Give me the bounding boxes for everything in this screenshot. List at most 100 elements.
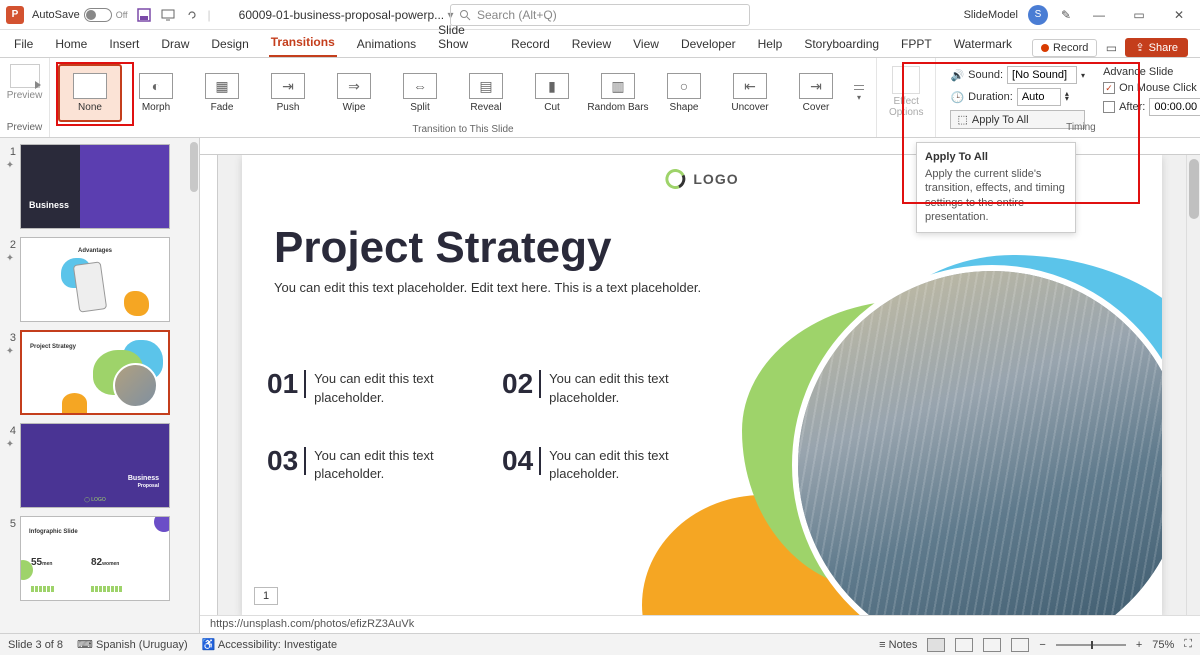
logo-mark-icon (663, 167, 689, 193)
tab-help[interactable]: Help (756, 33, 785, 57)
preview-icon (10, 64, 40, 88)
tab-review[interactable]: Review (570, 33, 613, 57)
tab-view[interactable]: View (631, 33, 661, 57)
sound-control[interactable]: 🔊 Sound: ▾ (950, 66, 1085, 84)
slide-heading[interactable]: Project Strategy (274, 223, 611, 273)
slide-thumbnail-3[interactable]: Project Strategy (20, 330, 170, 415)
search-input[interactable]: Search (Alt+Q) (450, 4, 750, 26)
after-time-input[interactable] (1149, 98, 1200, 116)
tab-watermark[interactable]: Watermark (952, 33, 1014, 57)
tab-home[interactable]: Home (53, 33, 89, 57)
slide-thumbnail-4[interactable]: BusinessProposal ◯ LOGO (20, 423, 170, 508)
user-avatar[interactable]: S (1028, 5, 1048, 25)
autosave-toggle[interactable]: AutoSave Off (32, 8, 128, 22)
thumbnail-scrollbar[interactable] (187, 138, 199, 633)
minimize-button[interactable]: — (1084, 5, 1114, 25)
transition-group-label: Transition to This Slide (412, 124, 513, 137)
transition-morph[interactable]: ◐Morph (124, 64, 188, 122)
checkbox-unchecked-icon (1103, 101, 1115, 113)
tab-insert[interactable]: Insert (107, 33, 141, 57)
on-mouse-click-checkbox[interactable]: ✓ On Mouse Click (1103, 82, 1200, 94)
tab-developer[interactable]: Developer (679, 33, 738, 57)
tab-storyboarding[interactable]: Storyboarding (802, 33, 881, 57)
animation-star-icon: ✦ (6, 439, 14, 450)
transition-none[interactable]: None (58, 64, 122, 122)
tab-transitions[interactable]: Transitions (269, 31, 337, 57)
slide-logo[interactable]: LOGO (665, 169, 738, 189)
tab-draw[interactable]: Draw (159, 33, 191, 57)
transition-split[interactable]: ⇔Split (388, 64, 452, 122)
transition-push[interactable]: ⇥Push (256, 64, 320, 122)
effect-options-button[interactable]: Effect Options (883, 62, 929, 122)
transition-shape[interactable]: ○Shape (652, 64, 716, 122)
item-02[interactable]: 02You can edit this text placeholder. (502, 370, 727, 406)
apply-to-all-button[interactable]: ⬚ Apply To All (950, 110, 1085, 129)
slide-thumbnail-panel: 1✦ Business 2✦ Advantages 3✦ Project Str… (0, 138, 200, 633)
title-bar: P AutoSave Off | 60009-01-business-propo… (0, 0, 1200, 30)
editor-scrollbar[interactable] (1186, 155, 1200, 615)
tab-record[interactable]: Record (509, 33, 552, 57)
close-button[interactable]: ✕ (1164, 5, 1194, 25)
document-title[interactable]: 60009-01-business-proposal-powerp... ▾ (239, 8, 454, 22)
toggle-switch[interactable] (84, 8, 112, 22)
transition-cover[interactable]: ⇥Cover (784, 64, 848, 122)
duration-input[interactable] (1017, 88, 1061, 106)
timing-group-label: Timing (1066, 122, 1096, 135)
search-placeholder: Search (Alt+Q) (477, 8, 557, 22)
item-04[interactable]: 04You can edit this text placeholder. (502, 447, 727, 483)
transition-randombars[interactable]: ▥Random Bars (586, 64, 650, 122)
record-button[interactable]: Record (1032, 39, 1097, 57)
tooltip-title: Apply To All (925, 151, 1067, 163)
transition-cut[interactable]: ▮Cut (520, 64, 584, 122)
tab-animations[interactable]: Animations (355, 33, 418, 57)
items-grid: 01You can edit this text placeholder. 02… (267, 370, 727, 483)
undo-icon[interactable] (184, 7, 200, 23)
animation-star-icon: ✦ (6, 346, 14, 357)
powerpoint-app-icon: P (6, 6, 24, 24)
slide-thumbnail-1[interactable]: Business (20, 144, 170, 229)
animation-star-icon: ✦ (6, 253, 14, 264)
sound-select[interactable] (1007, 66, 1077, 84)
tab-fppt[interactable]: FPPT (899, 33, 934, 57)
transitions-gallery: None ◐Morph ▦Fade ⇥Push ⇒Wipe ⇔Split ▤Re… (56, 62, 870, 124)
save-icon[interactable] (136, 7, 152, 23)
animation-star-icon: ✦ (6, 160, 14, 171)
autosave-state: Off (116, 10, 128, 20)
ribbon-tabs: File Home Insert Draw Design Transitions… (0, 30, 1200, 58)
transition-fade[interactable]: ▦Fade (190, 64, 254, 122)
advance-slide-label: Advance Slide (1103, 66, 1200, 78)
tab-file[interactable]: File (12, 33, 35, 57)
preview-button[interactable]: Preview (0, 62, 50, 103)
maximize-button[interactable]: ▭ (1124, 5, 1154, 25)
transitions-more[interactable]: ▾ (850, 64, 868, 122)
city-image[interactable] (792, 265, 1162, 615)
after-checkbox[interactable]: After: ▴▾ (1103, 98, 1200, 116)
slide-subheading[interactable]: You can edit this text placeholder. Edit… (274, 280, 701, 295)
autosave-label: AutoSave (32, 9, 80, 21)
preview-group-label: Preview (7, 122, 43, 135)
search-icon (459, 9, 471, 21)
sound-icon: 🔊 (950, 69, 964, 82)
checkbox-checked-icon: ✓ (1103, 82, 1115, 94)
apply-all-icon: ⬚ (957, 113, 967, 126)
slide-page-number[interactable]: 1 (254, 587, 278, 605)
mic-icon[interactable]: ✎ (1058, 7, 1074, 23)
effect-options-icon (892, 66, 920, 94)
slide-thumbnail-5[interactable]: Infographic Slide 55men 82women (20, 516, 170, 601)
ribbon: Preview Preview None ◐Morph ▦Fade ⇥Push … (0, 58, 1200, 138)
transition-uncover[interactable]: ⇤Uncover (718, 64, 782, 122)
transition-reveal[interactable]: ▤Reveal (454, 64, 518, 122)
duration-control[interactable]: 🕒 Duration: ▴▾ (950, 88, 1085, 106)
vertical-ruler[interactable] (200, 155, 218, 615)
item-01[interactable]: 01You can edit this text placeholder. (267, 370, 492, 406)
present-icon[interactable] (160, 7, 176, 23)
notes-bar[interactable]: https://unsplash.com/photos/efizRZ3AuVk (200, 615, 1200, 633)
transition-wipe[interactable]: ⇒Wipe (322, 64, 386, 122)
share-button[interactable]: ⇪ Share (1125, 38, 1188, 57)
clock-icon: 🕒 (950, 91, 964, 104)
present-mode-icon[interactable]: ▭ (1103, 40, 1119, 56)
tab-design[interactable]: Design (209, 33, 250, 57)
account-name[interactable]: SlideModel (964, 9, 1018, 21)
slide-thumbnail-2[interactable]: Advantages (20, 237, 170, 322)
item-03[interactable]: 03You can edit this text placeholder. (267, 447, 492, 483)
